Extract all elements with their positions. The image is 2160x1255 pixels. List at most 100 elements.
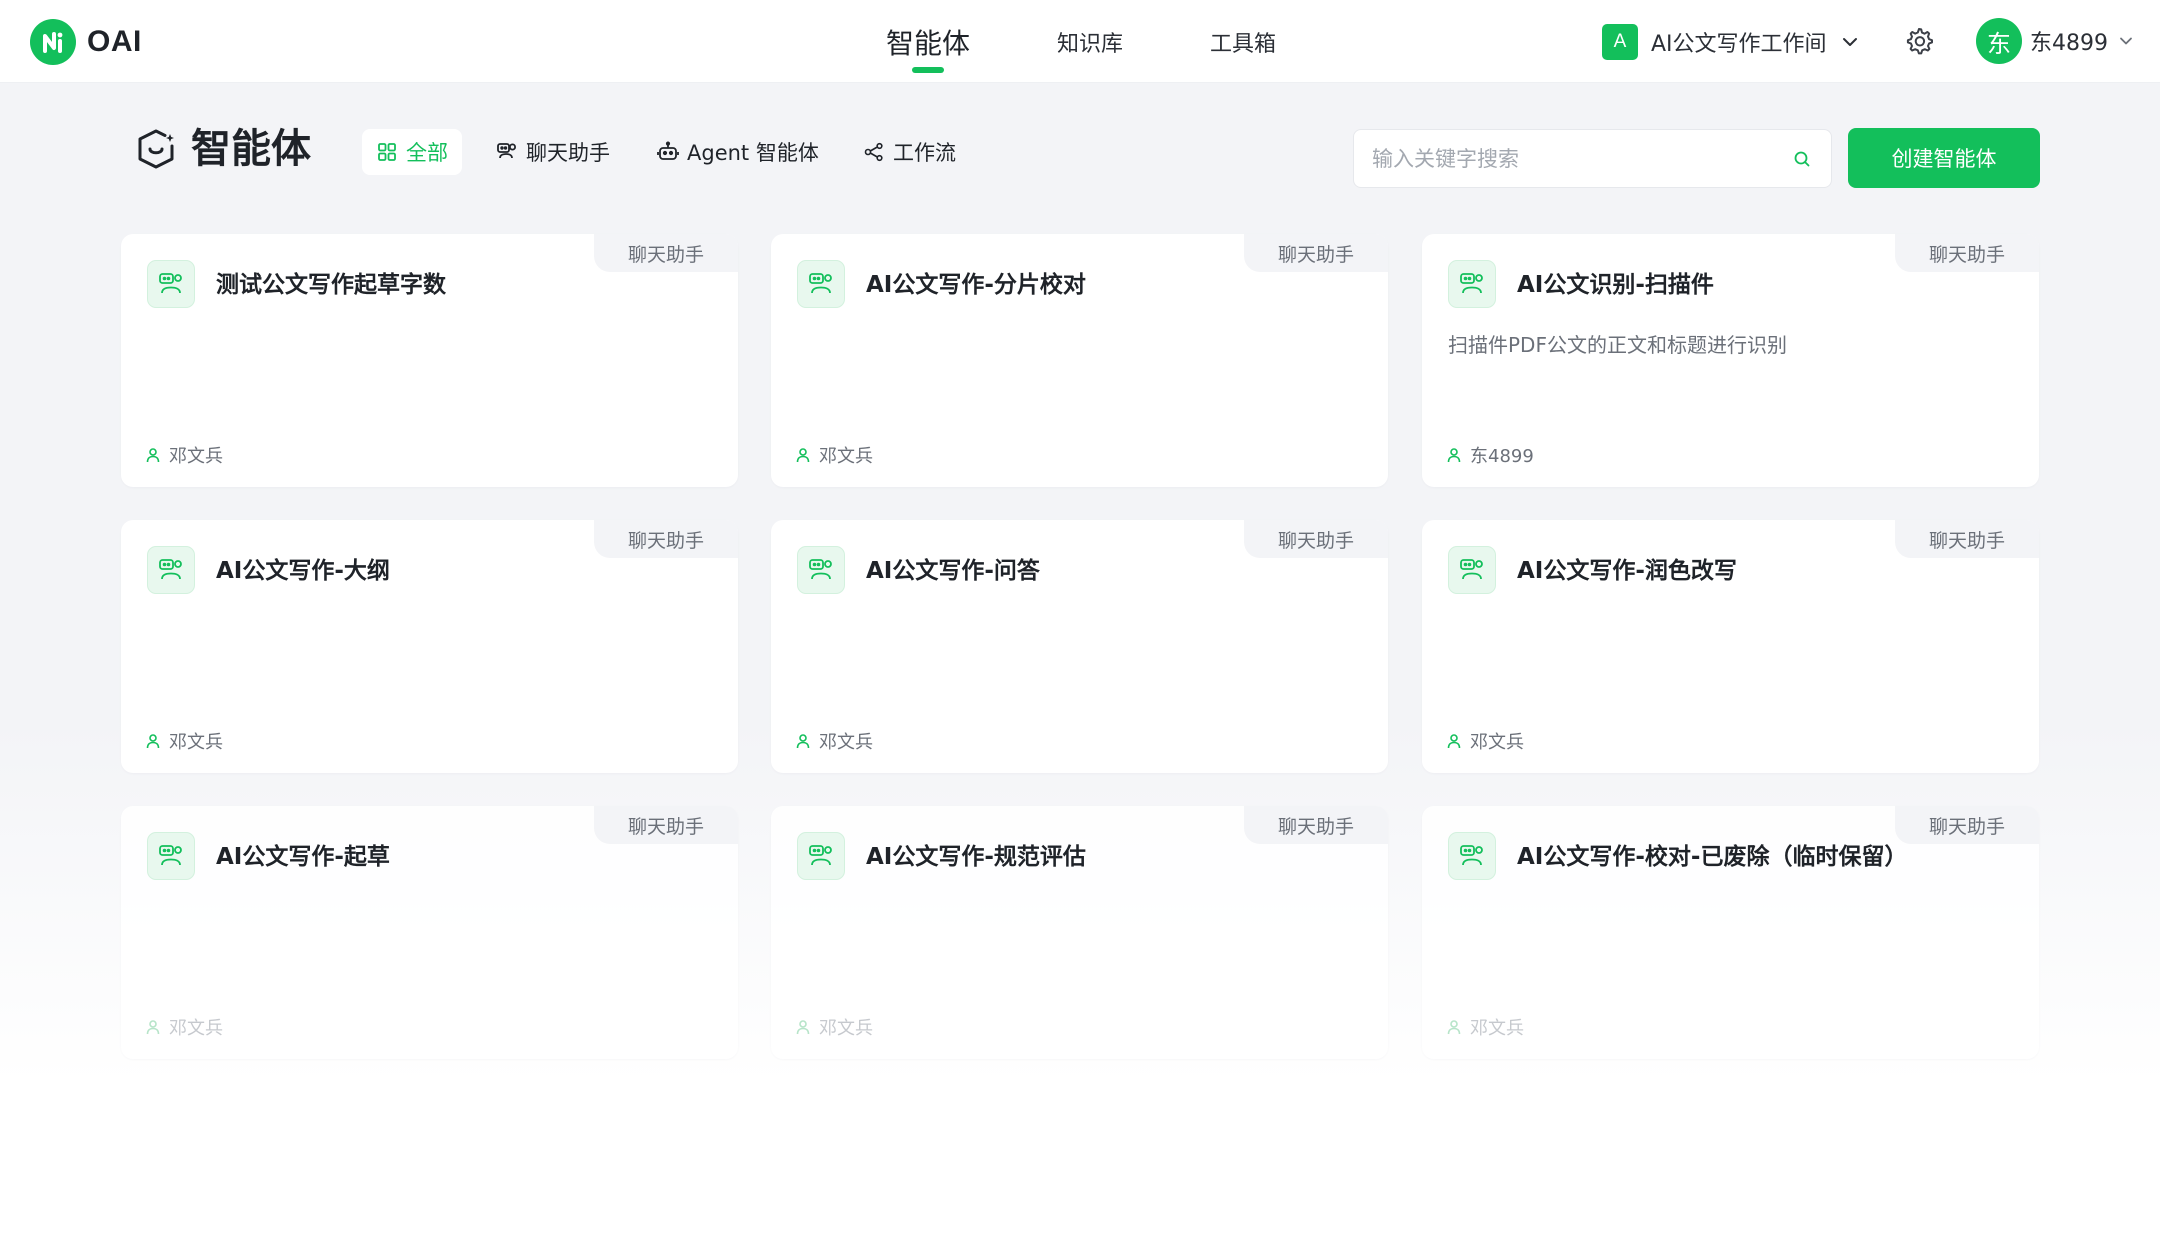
nav-tab-knowledge-base[interactable]: 知识库 [1057,0,1123,83]
filter-tab-label: Agent 智能体 [687,141,819,165]
agent-type-tag: 聊天助手 [1895,520,2039,558]
agent-title: AI公文写作-起草 [216,844,390,870]
agent-card[interactable]: 聊天助手 AI公文写作-问答 邓文兵 [771,520,1388,773]
search-icon[interactable] [1791,148,1813,170]
person-icon [795,1018,813,1036]
agent-author-name: 邓文兵 [169,732,223,753]
filter-tab-all[interactable]: 全部 [362,129,462,175]
agent-author-name: 邓文兵 [819,1018,873,1039]
agent-author-name: 东4899 [1470,446,1534,467]
person-icon [145,732,163,750]
agent-author-name: 邓文兵 [819,732,873,753]
agent-title: AI公文识别-扫描件 [1517,272,1714,298]
filter-tab-label: 聊天助手 [526,141,610,165]
agent-card[interactable]: 聊天助手 AI公文写作-起草 邓文兵 [121,806,738,1059]
robot-icon [657,141,679,163]
nav-tab-label: 智能体 [886,26,971,60]
agent-author-name: 邓文兵 [169,1018,223,1039]
workspace-badge: A [1602,24,1638,60]
agent-card[interactable]: 聊天助手 AI公文写作-校对-已废除（临时保留） 邓文兵 [1422,806,2039,1059]
agent-type-tag: 聊天助手 [594,806,738,844]
agent-author: 邓文兵 [1446,728,1524,754]
agent-card[interactable]: 聊天助手 AI公文识别-扫描件 扫描件PDF公文的正文和标题进行识别 东4899 [1422,234,2039,487]
agent-type-tag: 聊天助手 [594,520,738,558]
agent-type-tag: 聊天助手 [1895,806,2039,844]
filter-tab-workflow[interactable]: 工作流 [849,129,970,175]
agent-type-tag: 聊天助手 [1244,234,1388,272]
agent-card[interactable]: 聊天助手 AI公文写作-规范评估 邓文兵 [771,806,1388,1059]
agent-author: 东4899 [1446,442,1534,468]
agent-type-tag: 聊天助手 [1244,806,1388,844]
chat-bot-icon [147,260,195,308]
person-icon [145,446,163,464]
person-icon [145,1018,163,1036]
agent-card[interactable]: 聊天助手 AI公文写作-分片校对 邓文兵 [771,234,1388,487]
agent-author: 邓文兵 [145,1014,223,1040]
chat-bot-icon [797,260,845,308]
person-icon [795,446,813,464]
page-title: 智能体 [191,126,311,172]
agent-title: AI公文写作-问答 [866,558,1040,584]
filter-tab-agent[interactable]: Agent 智能体 [643,129,833,175]
filter-tab-chat-assistant[interactable]: 聊天助手 [482,129,624,175]
agent-hexagon-icon [135,128,177,170]
agent-author: 邓文兵 [795,728,873,754]
agent-card[interactable]: 聊天助手 AI公文写作-润色改写 邓文兵 [1422,520,2039,773]
agent-title: 测试公文写作起草字数 [216,272,446,298]
app-root: OAI 智能体 知识库 工具箱 A AI公文写作工作间 东 东4899 智能体 … [0,0,2160,1255]
agent-author: 邓文兵 [1446,1014,1524,1040]
workflow-icon [863,141,885,163]
person-icon [795,732,813,750]
agent-title: AI公文写作-润色改写 [1517,558,1737,584]
agent-type-tag: 聊天助手 [1244,520,1388,558]
agent-title: AI公文写作-规范评估 [866,844,1086,870]
nav-tab-agents[interactable]: 智能体 [886,0,970,83]
agent-author: 邓文兵 [795,1014,873,1040]
agent-card[interactable]: 聊天助手 AI公文写作-大纲 邓文兵 [121,520,738,773]
workspace-selector[interactable]: A AI公文写作工作间 [1602,23,1859,61]
search-input[interactable] [1372,146,1791,171]
agent-title: AI公文写作-分片校对 [866,272,1086,298]
agent-author-name: 邓文兵 [169,446,223,467]
agent-author-name: 邓文兵 [1470,732,1524,753]
top-bar: OAI 智能体 知识库 工具箱 A AI公文写作工作间 东 东4899 [0,0,2160,83]
agent-title: AI公文写作-大纲 [216,558,390,584]
user-name: 东4899 [2030,31,2108,56]
chat-bot-icon [1448,832,1496,880]
nav-tab-toolbox[interactable]: 工具箱 [1210,0,1276,83]
person-icon [1446,446,1464,464]
filter-tab-label: 全部 [406,141,448,165]
user-menu[interactable]: 东 东4899 [1976,18,2134,64]
chat-bot-icon [496,141,518,163]
nav-tab-label: 知识库 [1057,31,1124,57]
agent-type-tag: 聊天助手 [594,234,738,272]
workspace-name: AI公文写作工作间 [1651,32,1827,57]
chat-bot-icon [1448,546,1496,594]
person-icon [1446,732,1464,750]
chevron-down-icon [2118,33,2134,49]
agent-author-name: 邓文兵 [1470,1018,1524,1039]
agent-author-name: 邓文兵 [819,446,873,467]
settings-gear-icon[interactable] [1904,26,1934,56]
avatar: 东 [1976,18,2022,64]
agent-author: 邓文兵 [145,442,223,468]
agent-type-tag: 聊天助手 [1895,234,2039,272]
agent-author: 邓文兵 [145,728,223,754]
main-content: 智能体 全部 聊天助手 Agent 智能体 工作流 输入关键字搜索 创建智能体 … [0,83,2160,1255]
agent-card[interactable]: 聊天助手 测试公文写作起草字数 邓文兵 [121,234,738,487]
filter-tab-label: 工作流 [893,141,956,165]
chat-bot-icon [147,832,195,880]
agent-title: AI公文写作-校对-已废除（临时保留） [1517,844,1908,870]
nav-tab-label: 工具箱 [1210,31,1277,57]
chat-bot-icon [797,546,845,594]
chat-bot-icon [1448,260,1496,308]
agent-description: 扫描件PDF公文的正文和标题进行识别 [1448,333,1787,357]
search-box [1353,129,1832,188]
chat-bot-icon [147,546,195,594]
person-icon [1446,1018,1464,1036]
agent-author: 邓文兵 [795,442,873,468]
chevron-down-icon [1841,33,1859,51]
chat-bot-icon [797,832,845,880]
create-agent-button[interactable]: 创建智能体 [1848,128,2040,188]
grid-icon [376,141,398,163]
